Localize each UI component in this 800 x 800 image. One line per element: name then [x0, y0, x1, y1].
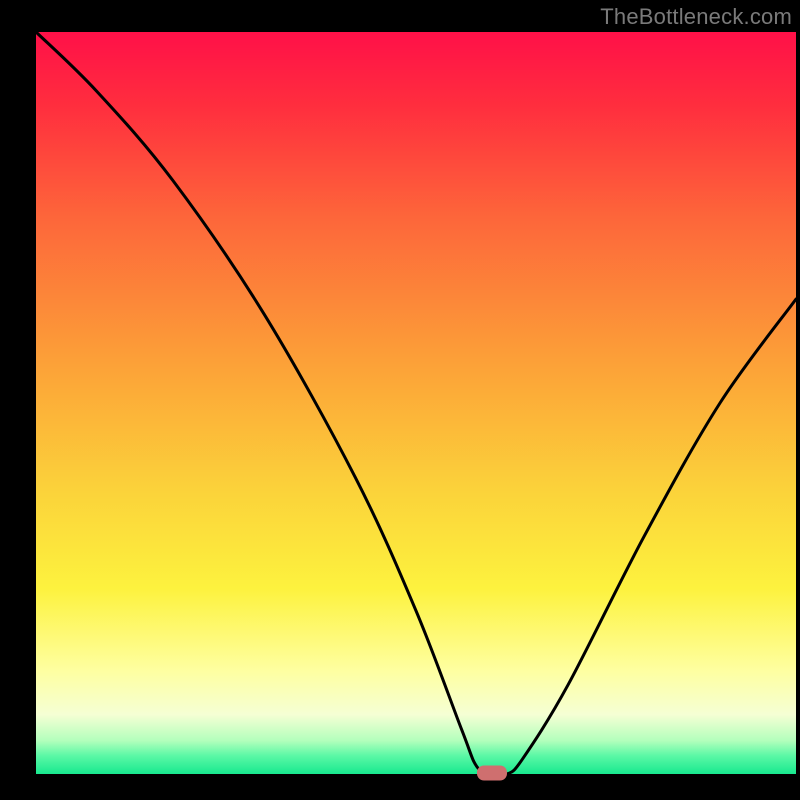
- attribution-label: TheBottleneck.com: [600, 4, 792, 30]
- chart-stage: TheBottleneck.com: [0, 0, 800, 800]
- bottleneck-chart: [0, 0, 800, 800]
- plot-area: [36, 32, 796, 774]
- minimum-marker: [477, 766, 507, 781]
